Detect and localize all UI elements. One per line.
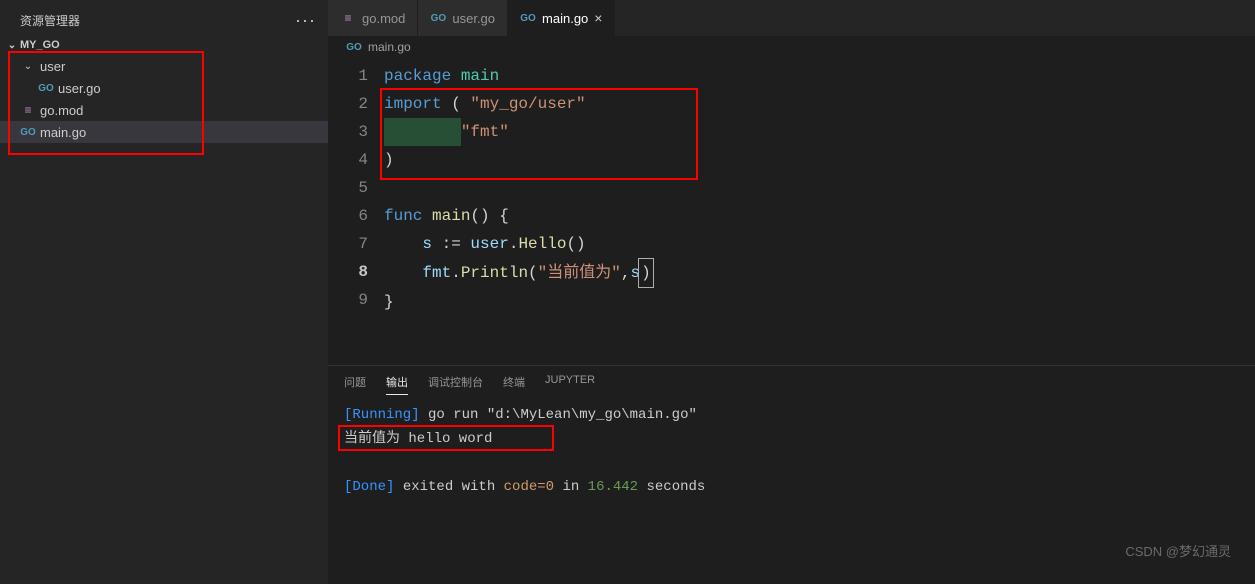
line-gutter: 1 2 3 4 5 6 7 8 9 xyxy=(328,62,384,365)
mod-file-icon: ≡ xyxy=(340,11,356,25)
close-icon[interactable]: × xyxy=(594,10,602,26)
main-area: ≡ go.mod GO user.go GO main.go × GO main… xyxy=(328,0,1255,584)
output-line: 当前值为 hello word xyxy=(344,431,492,447)
panel-tab-jupyter[interactable]: JUPYTER xyxy=(545,374,595,395)
tree-label: main.go xyxy=(40,125,86,140)
mod-file-icon: ≡ xyxy=(20,103,36,117)
tree-folder-user[interactable]: ⌄ user xyxy=(0,55,328,77)
project-name: MY_GO xyxy=(20,39,60,51)
tab-go-mod[interactable]: ≡ go.mod xyxy=(328,0,418,36)
tab-label: go.mod xyxy=(362,11,405,26)
bottom-panel: 问题 输出 调试控制台 终端 JUPYTER [Running] go run … xyxy=(328,365,1255,584)
tree-label: user.go xyxy=(58,81,101,96)
more-actions-icon[interactable]: ··· xyxy=(295,10,316,31)
explorer-header: 资源管理器 ··· xyxy=(0,0,328,37)
panel-output[interactable]: [Running] go run "d:\MyLean\my_go\main.g… xyxy=(328,399,1255,503)
panel-tab-terminal[interactable]: 终端 xyxy=(503,374,525,395)
chevron-down-icon: ⌄ xyxy=(20,61,36,72)
explorer-title: 资源管理器 xyxy=(20,12,80,29)
go-file-icon: GO xyxy=(20,127,36,138)
code-body[interactable]: package main import ( "my_go/user" "fmt"… xyxy=(384,62,1255,365)
running-tag: [Running] xyxy=(344,407,420,423)
code-editor[interactable]: 1 2 3 4 5 6 7 8 9 package main import ( … xyxy=(328,58,1255,365)
tab-label: user.go xyxy=(452,11,495,26)
panel-tab-debug[interactable]: 调试控制台 xyxy=(428,374,483,395)
tree-file-go-mod[interactable]: ≡ go.mod xyxy=(0,99,328,121)
go-file-icon: GO xyxy=(520,13,536,24)
tree-label: go.mod xyxy=(40,103,83,118)
panel-tabs: 问题 输出 调试控制台 终端 JUPYTER xyxy=(328,366,1255,399)
tab-label: main.go xyxy=(542,11,588,26)
file-tree: ⌄ user GO user.go ≡ go.mod GO main.go xyxy=(0,53,328,143)
tab-main-go[interactable]: GO main.go × xyxy=(508,0,615,36)
tree-label: user xyxy=(40,59,65,74)
explorer-sidebar: 资源管理器 ··· ⌄ MY_GO ⌄ user GO user.go ≡ go… xyxy=(0,0,328,584)
panel-tab-problems[interactable]: 问题 xyxy=(344,374,366,395)
watermark: CSDN @梦幻通灵 xyxy=(1125,541,1231,560)
project-root[interactable]: ⌄ MY_GO xyxy=(0,37,328,53)
go-file-icon: GO xyxy=(38,83,54,94)
tab-user-go[interactable]: GO user.go xyxy=(418,0,508,36)
tree-file-user-go[interactable]: GO user.go xyxy=(0,77,328,99)
tree-file-main-go[interactable]: GO main.go xyxy=(0,121,328,143)
go-file-icon: GO xyxy=(430,13,446,24)
breadcrumb-label: main.go xyxy=(368,40,411,54)
done-tag: [Done] xyxy=(344,479,394,495)
breadcrumb[interactable]: GO main.go xyxy=(328,36,1255,58)
editor-tabs: ≡ go.mod GO user.go GO main.go × xyxy=(328,0,1255,36)
go-file-icon: GO xyxy=(346,42,362,53)
panel-tab-output[interactable]: 输出 xyxy=(386,374,408,395)
chevron-down-icon: ⌄ xyxy=(4,40,20,51)
